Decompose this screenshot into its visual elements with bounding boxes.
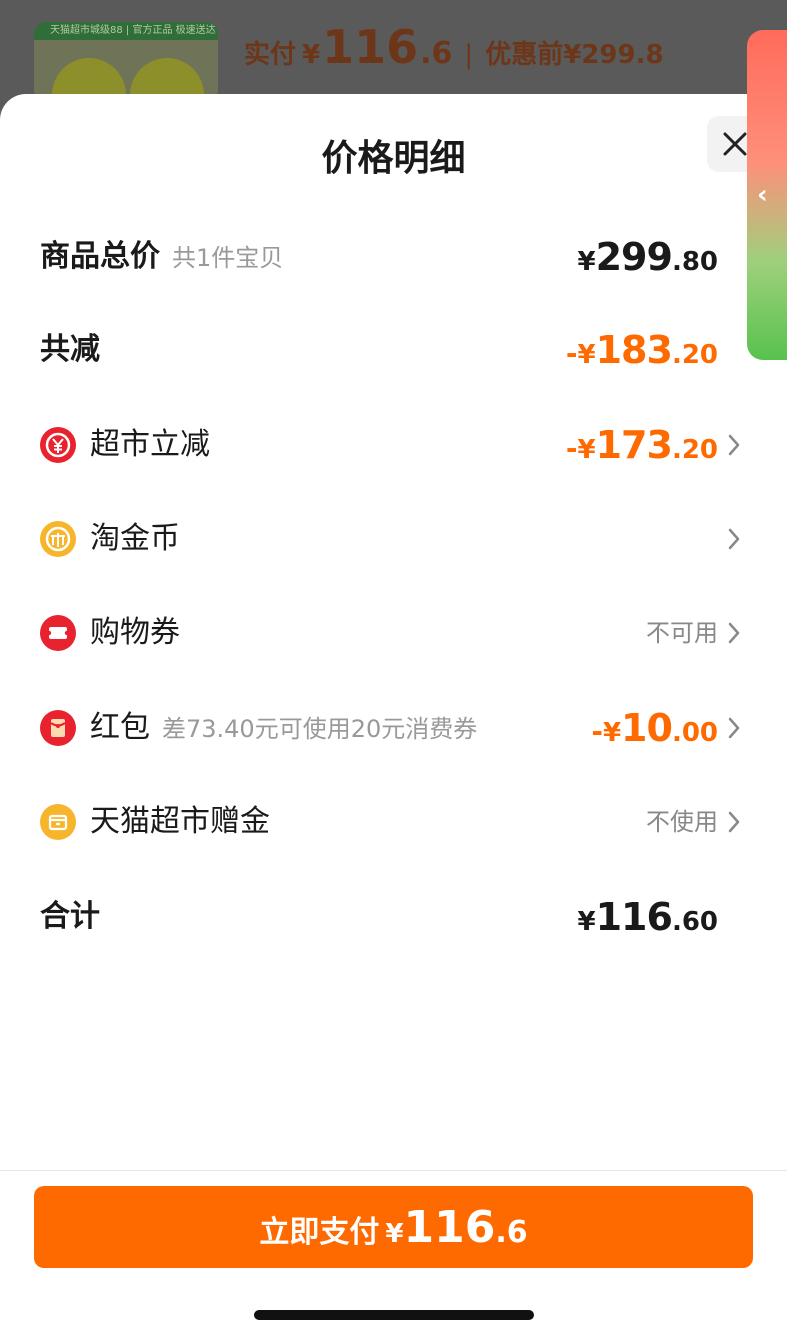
before-label: 优惠前 bbox=[485, 40, 564, 70]
total-discount-value: - ¥183.20 bbox=[565, 328, 718, 372]
total-discount-label: 共减 bbox=[40, 332, 100, 367]
chevron-left-icon: ‹ bbox=[757, 180, 768, 210]
paid-dec: .6 bbox=[420, 36, 453, 71]
supermarket-discount-value: - ¥173.20 bbox=[565, 423, 718, 467]
chevron-right-icon bbox=[728, 528, 740, 550]
row-supermarket-discount[interactable]: 超市立减 - ¥173.20 bbox=[0, 415, 787, 475]
chevron-right-icon bbox=[728, 434, 740, 456]
thumbnail-banner: 天猫超市城级88 | 官方正品 极速送达 bbox=[34, 22, 218, 40]
row-subtotal: 商品总价 共1件宝贝 ¥299.80 bbox=[0, 227, 787, 287]
grand-total-value: ¥116.60 bbox=[577, 895, 718, 939]
row-red-envelope[interactable]: 红包 差73.40元可使用20元消费券 - ¥10.00 bbox=[0, 698, 787, 758]
side-floating-tab[interactable]: ‹ bbox=[747, 30, 787, 360]
gold-coin-icon bbox=[40, 521, 76, 557]
paid-int: 116 bbox=[322, 20, 419, 74]
paid-label: 实付 bbox=[244, 40, 297, 70]
shopping-coupon-status: 不可用 bbox=[646, 619, 718, 647]
row-taojinbi[interactable]: 淘金币 bbox=[0, 509, 787, 569]
pay-now-label: 立即支付 bbox=[259, 1215, 380, 1250]
supermarket-discount-label: 超市立减 bbox=[90, 427, 210, 462]
tmall-bonus-label: 天猫超市赠金 bbox=[90, 804, 270, 839]
red-envelope-hint: 差73.40元可使用20元消费券 bbox=[162, 715, 478, 743]
red-envelope-icon bbox=[40, 710, 76, 746]
row-shopping-coupon[interactable]: 购物券 不可用 bbox=[0, 603, 787, 663]
home-indicator bbox=[254, 1310, 534, 1320]
sheet-title: 价格明细 bbox=[321, 138, 466, 179]
row-tmall-bonus[interactable]: 天猫超市赠金 不使用 bbox=[0, 792, 787, 852]
background-price-summary: 实付 ¥ 116 .6 | 优惠前 ¥299.8 bbox=[244, 20, 664, 74]
price-separator: | bbox=[464, 40, 474, 70]
yuan-coin-icon bbox=[40, 427, 76, 463]
chevron-right-icon bbox=[728, 811, 740, 833]
pay-now-button[interactable]: 立即支付 ¥ 116 .6 bbox=[34, 1186, 753, 1268]
gift-wallet-icon bbox=[40, 804, 76, 840]
chevron-right-icon bbox=[728, 717, 740, 739]
subtotal-value: ¥299.80 bbox=[577, 235, 718, 279]
product-thumbnail: 天猫超市城级88 | 官方正品 极速送达 bbox=[34, 22, 218, 102]
item-count: 共1件宝贝 bbox=[172, 244, 284, 272]
paid-currency: ¥ bbox=[302, 40, 321, 70]
taojinbi-label: 淘金币 bbox=[90, 521, 180, 556]
row-grand-total: 合计 ¥116.60 bbox=[0, 887, 787, 947]
close-icon bbox=[723, 132, 747, 156]
chevron-right-icon bbox=[728, 622, 740, 644]
subtotal-label: 商品总价 bbox=[40, 239, 160, 274]
footer-divider bbox=[0, 1170, 787, 1171]
red-envelope-value: - ¥10.00 bbox=[591, 706, 718, 750]
tmall-bonus-status: 不使用 bbox=[646, 808, 718, 836]
red-envelope-label: 红包 bbox=[90, 710, 150, 745]
shopping-coupon-label: 购物券 bbox=[90, 615, 180, 650]
grand-total-label: 合计 bbox=[40, 899, 100, 934]
coupon-icon bbox=[40, 615, 76, 651]
price-detail-sheet: 价格明细 商品总价 共1件宝贝 ¥299.80 共减 - ¥183.20 超市立减 … bbox=[0, 94, 787, 1337]
before-value: ¥299.8 bbox=[563, 40, 664, 70]
row-total-discount: 共减 - ¥183.20 bbox=[0, 320, 787, 380]
